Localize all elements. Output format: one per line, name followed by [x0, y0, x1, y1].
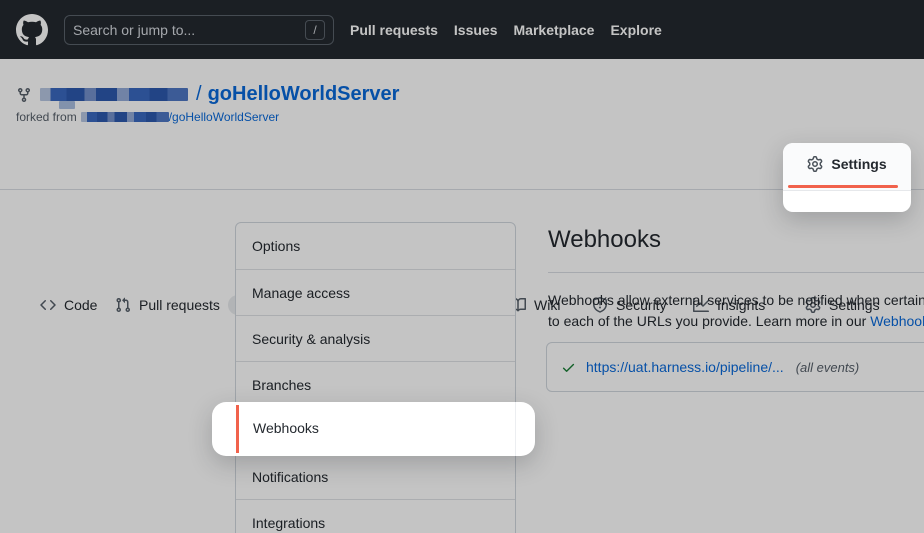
webhooks-item-spotlight[interactable]: Webhooks	[212, 402, 535, 456]
settings-tab-active-underline	[788, 185, 898, 188]
sidebar-right-border	[515, 402, 516, 456]
sidebar-item-webhooks-highlighted[interactable]: Webhooks	[253, 420, 319, 436]
settings-tab-spotlight[interactable]: Settings	[783, 143, 911, 212]
webhooks-active-indicator	[236, 405, 239, 453]
github-settings-page: / Pull requests Issues Marketplace Explo…	[0, 0, 924, 533]
gear-icon	[807, 156, 823, 172]
tab-settings-highlighted[interactable]: Settings	[783, 156, 911, 172]
tab-bar-bottom-border	[783, 190, 911, 191]
tab-settings-label: Settings	[831, 156, 886, 172]
